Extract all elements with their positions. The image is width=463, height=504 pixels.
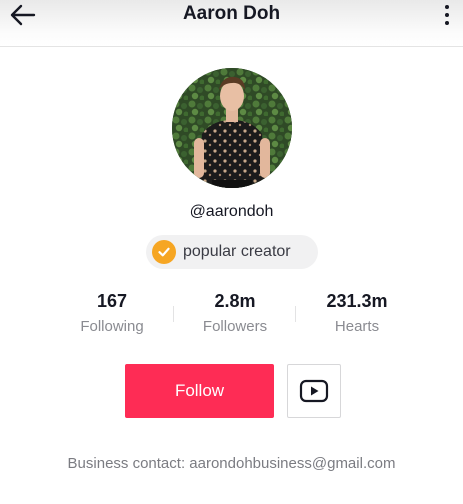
stats-row: 167 Following 2.8m Followers 231.3m Hear… (50, 290, 420, 340)
profile-photo (172, 68, 292, 188)
username: @aarondoh (189, 203, 274, 220)
stat-value: 167 (96, 291, 128, 311)
stat-hearts[interactable]: 231.3m Hearts (295, 290, 419, 336)
follow-button[interactable]: Follow (125, 364, 274, 418)
page-title: Aaron Doh (182, 3, 281, 24)
stat-value: 2.8m (214, 291, 256, 311)
youtube-play-icon (299, 379, 329, 403)
popular-creator-badge: popular creator (146, 235, 318, 269)
badge-label: popular creator (183, 243, 291, 260)
bio-text: Business contact: aarondohbusiness@gmail… (67, 455, 396, 472)
top-bar: Aaron Doh (0, 0, 463, 47)
profile-screen: Aaron Doh @aarondoh popular creator 167 … (0, 0, 463, 504)
avatar[interactable] (172, 68, 292, 188)
more-vertical-icon (445, 5, 449, 9)
checkmark-badge-icon (152, 240, 176, 264)
stat-followers[interactable]: 2.8m Followers (173, 290, 297, 336)
youtube-link-button[interactable] (287, 364, 341, 418)
stat-following[interactable]: 167 Following (50, 290, 174, 336)
stat-value: 231.3m (326, 291, 388, 311)
more-options-button[interactable] (441, 3, 453, 27)
stat-label: Hearts (334, 318, 380, 335)
stat-label: Followers (202, 318, 268, 335)
stat-label: Following (80, 318, 144, 335)
